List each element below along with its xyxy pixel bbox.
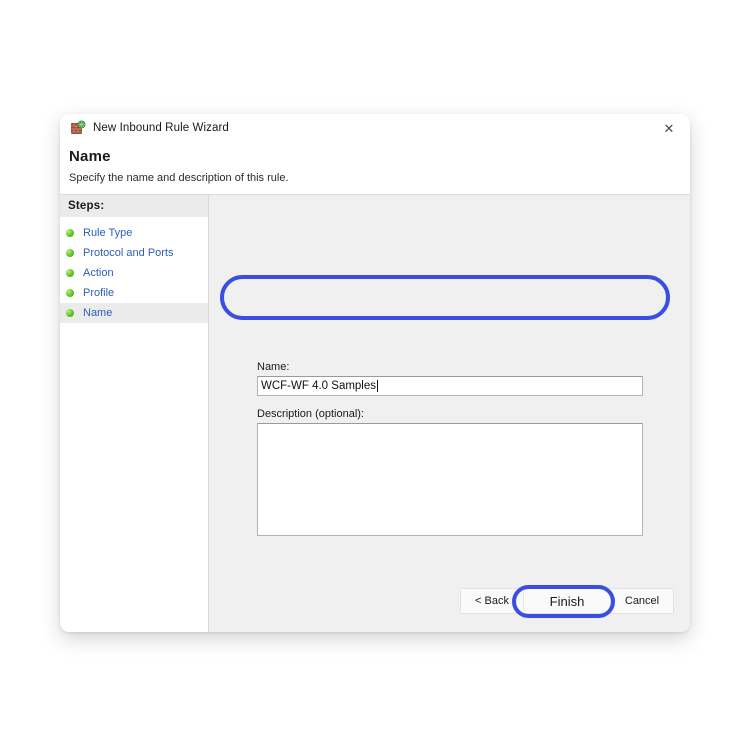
sidebar-item-label: Action	[83, 267, 114, 279]
back-button[interactable]: < Back	[461, 589, 523, 613]
step-bullet-icon	[66, 229, 74, 237]
sidebar-item-name[interactable]: Name	[60, 303, 208, 323]
description-textarea[interactable]	[257, 423, 643, 536]
title-bar: New Inbound Rule Wizard ✕	[60, 114, 690, 142]
sidebar-item-profile[interactable]: Profile	[60, 283, 208, 303]
steps-sidebar: Steps: Rule Type Protocol and Ports Acti…	[60, 195, 209, 632]
page-subtitle: Specify the name and description of this…	[69, 172, 289, 184]
sidebar-item-protocol-and-ports[interactable]: Protocol and Ports	[60, 243, 208, 263]
steps-header: Steps:	[60, 195, 208, 217]
sidebar-item-label: Profile	[83, 287, 115, 299]
screen: New Inbound Rule Wizard ✕ Name Specify t…	[0, 0, 750, 750]
step-bullet-icon	[66, 269, 74, 277]
sidebar-item-label: Rule Type	[83, 227, 133, 239]
page-header: Name Specify the name and description of…	[60, 142, 690, 195]
new-inbound-rule-wizard-dialog: New Inbound Rule Wizard ✕ Name Specify t…	[60, 114, 690, 632]
dialog-body: Steps: Rule Type Protocol and Ports Acti…	[60, 195, 690, 632]
finish-button[interactable]: Finish	[524, 589, 610, 613]
sidebar-item-label: Name	[83, 307, 113, 319]
close-icon[interactable]: ✕	[648, 114, 690, 142]
name-input-value: WCF-WF 4.0 Samples	[261, 380, 377, 392]
content-panel: Name: WCF-WF 4.0 Samples Description (op…	[209, 195, 690, 632]
dialog-button-row: < Back Finish Cancel	[460, 588, 674, 614]
step-bullet-icon	[66, 289, 74, 297]
description-field-group: Description (optional):	[257, 408, 643, 536]
name-label: Name:	[257, 361, 290, 373]
step-bullet-icon	[66, 309, 74, 317]
sidebar-item-label: Protocol and Ports	[83, 247, 174, 259]
window-title: New Inbound Rule Wizard	[93, 122, 229, 134]
cancel-button[interactable]: Cancel	[611, 589, 673, 613]
step-bullet-icon	[66, 249, 74, 257]
description-label: Description (optional):	[257, 408, 364, 420]
text-caret	[377, 380, 379, 392]
firewall-brick-wall-icon	[70, 120, 86, 136]
sidebar-item-action[interactable]: Action	[60, 263, 208, 283]
sidebar-item-rule-type[interactable]: Rule Type	[60, 223, 208, 243]
steps-list: Rule Type Protocol and Ports Action Prof…	[60, 217, 208, 323]
name-input[interactable]: WCF-WF 4.0 Samples	[257, 376, 643, 396]
name-field-group: Name: WCF-WF 4.0 Samples	[257, 361, 643, 396]
page-title: Name	[69, 148, 111, 165]
